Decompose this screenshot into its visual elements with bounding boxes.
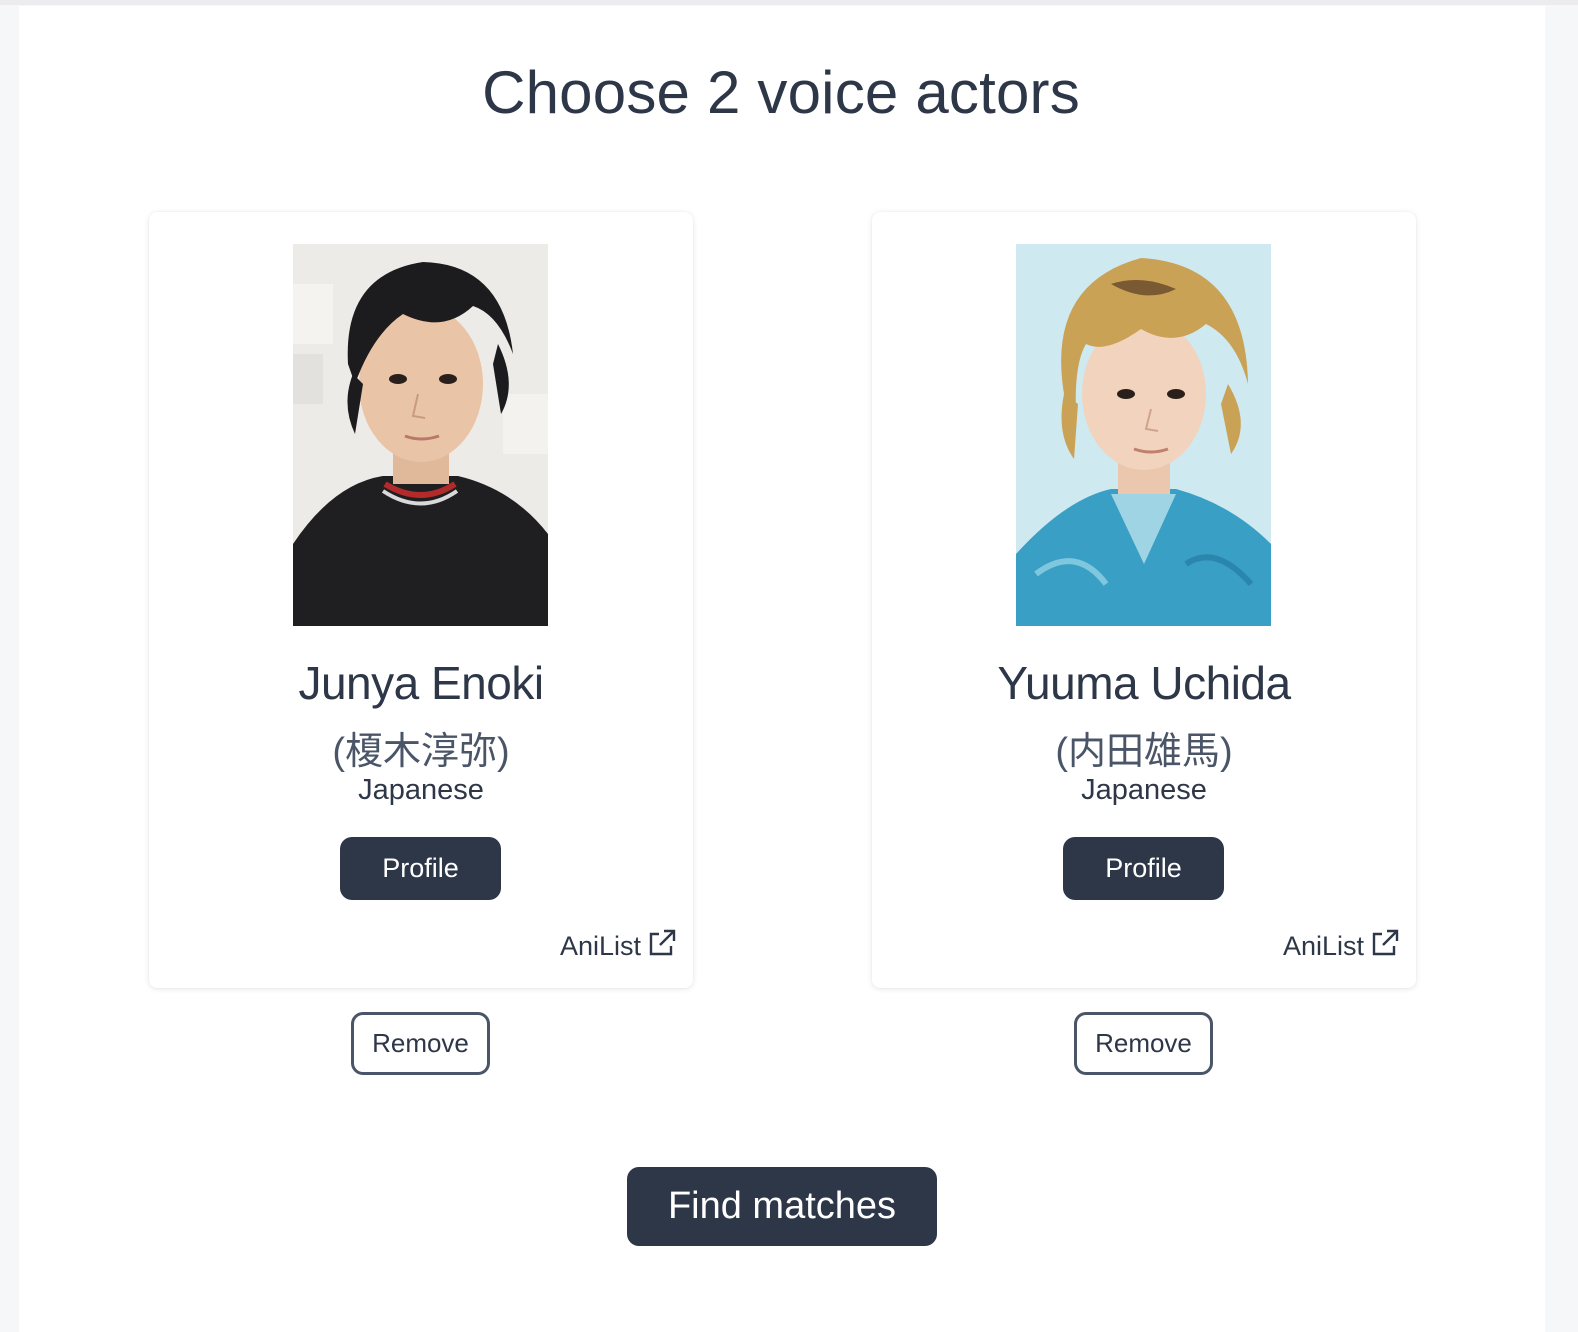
- actor-language: Japanese: [358, 774, 484, 806]
- actor-native-name: (榎木淳弥): [332, 731, 510, 773]
- actor-card-2: Yuuma Uchida (内田雄馬) Japanese Profile Ani…: [872, 212, 1416, 988]
- find-matches-button[interactable]: Find matches: [627, 1167, 937, 1246]
- actor-language: Japanese: [1081, 774, 1207, 806]
- actor-photo-1: [293, 244, 548, 626]
- external-link-icon: [647, 928, 677, 965]
- actor-card-1: Junya Enoki (榎木淳弥) Japanese Profile AniL…: [149, 212, 693, 988]
- actor-name: Yuuma Uchida: [997, 657, 1291, 709]
- page-title: Choose 2 voice actors: [482, 59, 1080, 126]
- remove-button-1[interactable]: Remove: [351, 1012, 490, 1075]
- actor-name: Junya Enoki: [298, 657, 544, 709]
- anilist-link-label: AniList: [559, 931, 641, 961]
- actor-photo-2: [1016, 244, 1271, 626]
- anilist-link-label: AniList: [1282, 931, 1364, 961]
- profile-button[interactable]: Profile: [1063, 837, 1224, 900]
- profile-button[interactable]: Profile: [340, 837, 501, 900]
- anilist-link[interactable]: AniList: [1283, 928, 1400, 965]
- actor-native-name: (内田雄馬): [1055, 731, 1233, 773]
- top-border: [0, 0, 1578, 5]
- anilist-link[interactable]: AniList: [560, 928, 677, 965]
- external-link-icon: [1370, 928, 1400, 965]
- remove-button-2[interactable]: Remove: [1074, 1012, 1213, 1075]
